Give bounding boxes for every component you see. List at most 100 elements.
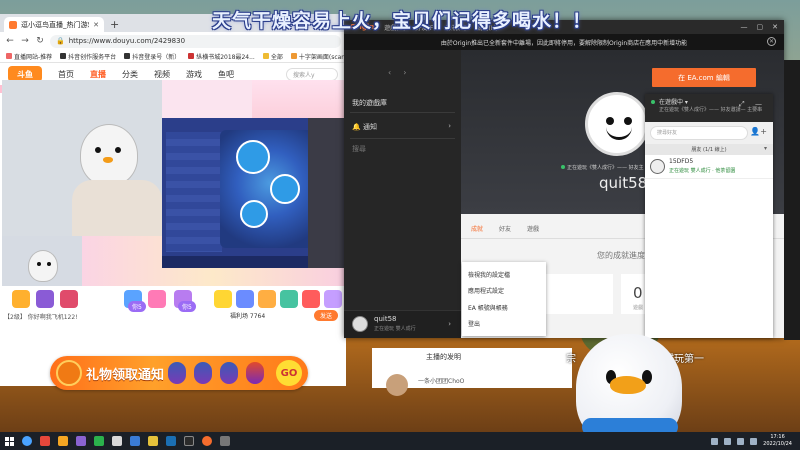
sidebar-item-library[interactable]: 我的遊戲庫 (352, 98, 387, 108)
taskbar-app[interactable] (90, 432, 108, 450)
minimize-icon[interactable]: — (755, 100, 762, 108)
gift-icon[interactable] (36, 290, 54, 308)
mascot-beak (103, 157, 113, 163)
taskbar-app[interactable] (144, 432, 162, 450)
reload-icon[interactable]: ↻ (35, 36, 45, 46)
browser-tab[interactable]: 逗小逗鸟直播_热门游戏直播 ✕ (4, 17, 104, 32)
new-tab-icon[interactable]: + (110, 18, 119, 31)
gift-icon[interactable] (258, 290, 276, 308)
taskbar-app[interactable] (216, 432, 234, 450)
taskbar-app[interactable] (18, 432, 36, 450)
bookmark-item[interactable]: 纵横书城2018最24... (188, 52, 255, 61)
app-icon (130, 436, 140, 446)
volume-icon[interactable] (750, 437, 758, 445)
gift-icon[interactable] (214, 290, 232, 308)
taskbar-app[interactable] (54, 432, 72, 450)
bell-icon: 🔔 (352, 123, 361, 131)
bookmark-item[interactable]: 直播网站-推荐 (6, 52, 52, 61)
gift-icon[interactable] (324, 290, 342, 308)
bookmark-label: 纵横书城2018最24... (196, 53, 255, 61)
close-tab-icon[interactable]: ✕ (93, 21, 99, 29)
tab-achievements[interactable]: 成就 (471, 224, 483, 233)
go-button[interactable]: GO (276, 360, 302, 386)
tray-icon[interactable] (711, 437, 719, 445)
avatar[interactable] (352, 316, 368, 332)
menu-item-view-profile[interactable]: 檢視我的設定檔 (462, 266, 546, 283)
start-button[interactable] (0, 432, 18, 450)
menu-item-sign-out[interactable]: 登出 (462, 316, 546, 333)
bookmark-icon (262, 53, 269, 59)
url-text: https://www.douyu.com/2429830 (68, 37, 186, 45)
forward-icon[interactable]: → (20, 36, 30, 46)
back-icon[interactable]: ← (5, 36, 15, 46)
site-search-input[interactable]: 搜索人y (286, 67, 338, 81)
tray-icon[interactable] (724, 437, 732, 445)
nav-fishbar[interactable]: 鱼吧 (218, 69, 234, 80)
gift-notice-banner[interactable]: 礼物领取通知 GO (50, 356, 308, 390)
minimize-icon[interactable]: — (741, 23, 748, 31)
network-icon[interactable] (737, 437, 745, 445)
bookmark-label: 直播网站-推荐 (14, 53, 53, 61)
avatar[interactable] (386, 374, 408, 396)
gift-icon[interactable] (236, 290, 254, 308)
close-icon[interactable]: ✕ (772, 23, 778, 31)
taskbar-app[interactable] (108, 432, 126, 450)
presence-status[interactable]: 在遊戲中 ▾ (659, 97, 688, 106)
history-nav: ‹ › (388, 68, 406, 77)
taskbar-app[interactable] (198, 432, 216, 450)
url-bar[interactable]: 🔒 https://www.douyu.com/2429830 (50, 34, 341, 48)
bookmark-icon (124, 53, 131, 59)
origin-user-bar[interactable]: quit58 正在遊玩 雙人成行 › (344, 310, 461, 338)
user-status: 正在遊玩 雙人成行 (374, 326, 416, 332)
gift-icon[interactable] (60, 290, 78, 308)
doraemon-figure (240, 200, 268, 228)
send-button[interactable]: 发送 (313, 310, 338, 321)
sidebar-item-search[interactable]: 搜尋 (352, 144, 366, 154)
maximize-icon[interactable]: ▢ (757, 23, 764, 31)
nav-live[interactable]: 直播 (90, 69, 106, 80)
recommend-line: 一条小团团ChoO (418, 378, 465, 385)
add-friend-icon[interactable]: 👤+ (750, 127, 767, 136)
nav-home[interactable]: 首页 (58, 69, 74, 80)
friend-list-item[interactable]: 15DFD5 正在遊玩 雙人成行 · 他茶留園 (645, 155, 773, 179)
stream-player[interactable] (2, 80, 344, 286)
gift-icon[interactable] (280, 290, 298, 308)
edit-on-ea-button[interactable]: 在 EA.com 編輯 (652, 68, 756, 87)
mascot-eye (115, 147, 121, 153)
friends-group-header[interactable]: 朋友 (1/1 線上) ▾ (645, 144, 773, 155)
gift-icon[interactable] (12, 290, 30, 308)
bookmark-item[interactable]: 抖音创作服务平台 (60, 52, 116, 61)
bookmark-item[interactable]: 全部 (262, 52, 283, 61)
gift-count: 福利场 7764 (230, 313, 266, 320)
taskbar-app[interactable] (126, 432, 144, 450)
gift-icon[interactable] (148, 290, 166, 308)
avatar-eye (606, 117, 614, 125)
avatar-mouth (606, 127, 632, 140)
forward-icon[interactable]: › (403, 68, 406, 77)
tab-games[interactable]: 遊戲 (527, 224, 539, 233)
back-icon[interactable]: ‹ (388, 68, 391, 77)
douyu-favicon-icon (9, 20, 17, 29)
clock[interactable]: 17:16 2022/10/24 (763, 434, 792, 448)
nav-games[interactable]: 游戏 (186, 69, 202, 80)
menu-item-ea-account[interactable]: EA 帳號與帳務 (462, 299, 546, 316)
sidebar-item-notifications[interactable]: 🔔 通知 (352, 122, 377, 132)
popout-icon[interactable]: ⤢ (739, 100, 745, 109)
menu-item-app-settings[interactable]: 應用程式設定 (462, 283, 546, 300)
recommend-card[interactable]: 主播的发明 一条小团团ChoO (372, 348, 572, 396)
bookmark-item[interactable]: 抖音登录号（新） (124, 52, 180, 61)
bookmark-label: 抖音登录号（新） (132, 53, 181, 61)
lock-icon: 🔒 (56, 37, 65, 45)
taskbar-app[interactable] (180, 432, 198, 450)
tab-friends[interactable]: 好友 (499, 224, 511, 233)
nav-video[interactable]: 视频 (154, 69, 170, 80)
close-notice-icon[interactable]: ✕ (767, 37, 776, 46)
app-icon (40, 436, 50, 446)
friends-search-input[interactable]: 搜尋好友 (650, 126, 748, 140)
gift-icon[interactable] (302, 290, 320, 308)
playlist[interactable] (166, 132, 222, 252)
nav-category[interactable]: 分类 (122, 69, 138, 80)
taskbar-app[interactable] (72, 432, 90, 450)
taskbar-app[interactable] (36, 432, 54, 450)
taskbar-app[interactable] (162, 432, 180, 450)
